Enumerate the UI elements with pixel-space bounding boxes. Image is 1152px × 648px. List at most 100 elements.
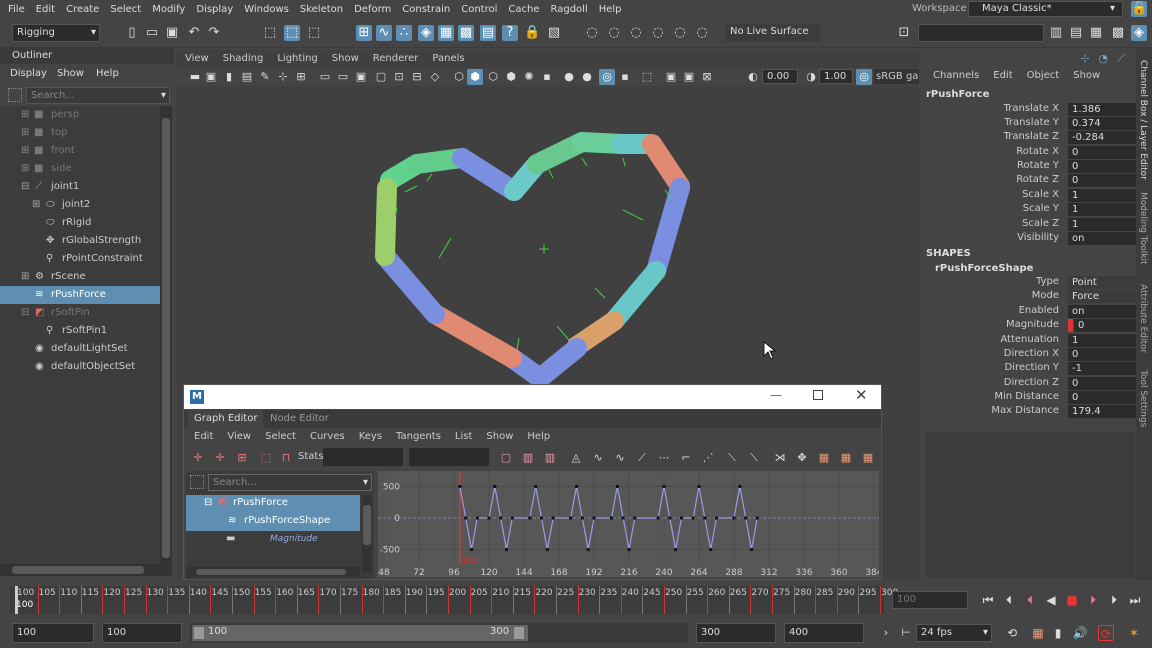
channel-rotate-x[interactable]: Rotate X 0 xyxy=(925,146,1136,160)
channel-value[interactable]: 0 xyxy=(1068,377,1136,390)
sidebar-toggle-icon[interactable]: ▥ xyxy=(1048,25,1064,41)
smooth-shade-icon[interactable]: ⬢ xyxy=(467,69,483,85)
camera-attributes-icon[interactable]: ▣ xyxy=(203,69,219,85)
outliner-item-side[interactable]: ⊞ ■ side xyxy=(0,160,160,178)
keyframe-point[interactable] xyxy=(505,548,508,552)
viewport-menu-renderer[interactable]: Renderer xyxy=(373,53,419,67)
outliner-item-defaultobjectset[interactable]: ◉ defaultObjectSet xyxy=(0,358,160,376)
live-surface-field[interactable]: No Live Surface xyxy=(726,24,820,42)
close-icon[interactable]: ✕ xyxy=(855,386,868,404)
tab-node-editor[interactable]: Node Editor xyxy=(270,410,329,428)
channel-mode[interactable]: Mode Force xyxy=(925,290,1136,304)
key-icon[interactable]: ▦ xyxy=(1030,625,1046,641)
unify-tangent-icon[interactable]: ✥ xyxy=(794,450,810,466)
ragdoll-icon[interactable]: ◌ xyxy=(694,25,710,41)
keyframe-point[interactable] xyxy=(592,516,596,520)
channel-box-icon[interactable]: ◈ xyxy=(1131,25,1147,41)
viewport-menu-show[interactable]: Show xyxy=(332,53,359,67)
outliner-item-rpointconstraint[interactable]: ⚲ rPointConstraint xyxy=(0,250,160,268)
step-forward-frame-icon[interactable]: ⏵ xyxy=(1106,592,1122,608)
current-frame-field[interactable]: 100 xyxy=(892,591,968,609)
channel-magnitude[interactable]: Magnitude 0 xyxy=(925,319,1136,333)
render-icon[interactable]: ▧ xyxy=(546,25,562,41)
channel-value[interactable]: on xyxy=(1068,305,1136,318)
attribute-editor-icon[interactable]: ▤ xyxy=(1068,25,1084,41)
channel-value[interactable]: 1 xyxy=(1068,189,1136,202)
spline-tangent-icon[interactable]: ∿ xyxy=(590,450,606,466)
outliner-hscrollbar[interactable] xyxy=(0,564,160,576)
2d-pan-icon[interactable]: ⊹ xyxy=(275,69,291,85)
ge-menu-list[interactable]: List xyxy=(455,431,472,442)
keyframe-point[interactable] xyxy=(674,548,678,552)
viewport-menu-shading[interactable]: Shading xyxy=(223,53,264,67)
linear-tangent-icon[interactable]: ⟋ xyxy=(634,450,650,466)
bookmark-icon[interactable]: ▮ xyxy=(221,69,237,85)
xray-joints-icon[interactable]: ▣ xyxy=(681,69,697,85)
keyframe-point[interactable] xyxy=(615,484,619,488)
minimize-icon[interactable]: — xyxy=(770,388,782,402)
end-time-field[interactable]: 400 xyxy=(784,623,864,643)
save-scene-icon[interactable]: ▣ xyxy=(164,25,180,41)
insert-key-icon[interactable]: ✛ xyxy=(212,450,228,466)
edit-layer-icon[interactable]: ⟋ xyxy=(1113,51,1129,67)
menu-cache[interactable]: Cache xyxy=(508,4,539,15)
keyframe-point[interactable] xyxy=(575,484,578,488)
anim-start-field[interactable]: 100 xyxy=(102,623,182,643)
step-tangent-icon[interactable]: ⌐ xyxy=(678,450,694,466)
ge-item-rpushforce[interactable]: ⊟ ◩ rPushForce xyxy=(186,495,360,513)
channel-value[interactable]: 0 xyxy=(1068,160,1136,173)
resolution-gate-icon[interactable]: ▭ xyxy=(335,69,351,85)
camera-icon[interactable]: ▬ xyxy=(187,69,203,85)
keyframe-point[interactable] xyxy=(475,516,479,520)
loop-icon[interactable]: ⟲ xyxy=(1004,625,1020,641)
ge-menu-show[interactable]: Show xyxy=(486,431,513,442)
time-slider[interactable]: 100 105 110 115 120 125 130 135 140 145 150 155 160 1… xyxy=(0,584,1152,616)
channel-value[interactable]: 0 xyxy=(1068,174,1136,187)
select-component-icon[interactable]: ⬚ xyxy=(306,25,322,41)
channel-value[interactable]: 1 xyxy=(1068,203,1136,216)
ge-menu-edit[interactable]: Edit xyxy=(194,431,213,442)
swap-buffer-icon[interactable]: ⟍ xyxy=(746,450,762,466)
ge-outliner-scrollbar[interactable] xyxy=(362,495,372,573)
tab-tool-settings[interactable]: Tool Settings xyxy=(1138,370,1148,427)
outliner-search-input[interactable]: Search... ▾ xyxy=(26,87,170,104)
input-line-icon[interactable]: ⊡ xyxy=(896,25,912,41)
motion-blur-icon[interactable]: ● xyxy=(579,69,595,85)
keyframe-point[interactable] xyxy=(744,516,748,520)
color-management-icon[interactable]: ◎ xyxy=(856,69,872,85)
center-current-icon[interactable]: ▥ xyxy=(542,450,558,466)
keyframe-point[interactable] xyxy=(668,516,672,520)
channel-value[interactable]: 0 xyxy=(1074,319,1136,332)
auto-key-icon[interactable]: ⟳ xyxy=(1098,625,1114,641)
snap-view-icon[interactable]: ◈ xyxy=(418,25,434,41)
scrollbar-thumb[interactable] xyxy=(196,569,346,575)
stats-value-field[interactable] xyxy=(409,448,489,466)
textured-icon[interactable]: ⬢ xyxy=(503,69,519,85)
open-scene-icon[interactable]: ▭ xyxy=(144,25,160,41)
wireframe-icon[interactable]: ◇ xyxy=(427,69,443,85)
frame-all-icon[interactable]: ▢ xyxy=(498,450,514,466)
xray-icon[interactable]: ▣ xyxy=(663,69,679,85)
ragdoll-icon[interactable]: ◌ xyxy=(650,25,666,41)
keyframe-point[interactable] xyxy=(656,516,660,520)
go-to-start-icon[interactable]: ⏮ xyxy=(980,592,996,608)
outliner-item-joint2[interactable]: ⊞ ⬭ joint2 xyxy=(0,196,160,214)
keyframe-point[interactable] xyxy=(610,516,613,520)
channel-translate-z[interactable]: Translate Z -0.284 xyxy=(925,131,1136,145)
history-icon[interactable]: ▤ xyxy=(480,25,496,41)
buffer-curve-icon[interactable]: ⟍ xyxy=(724,450,740,466)
region-tool-icon[interactable]: ⬚ xyxy=(258,450,274,466)
channel-value[interactable]: -1 xyxy=(1068,362,1136,375)
keyframe-point[interactable] xyxy=(551,516,555,520)
ambient-occlusion-icon[interactable]: ● xyxy=(561,69,577,85)
keyframe-point[interactable] xyxy=(621,516,625,520)
outliner-item-defaultlightset[interactable]: ◉ defaultLightSet xyxy=(0,340,160,358)
keyframe-point[interactable] xyxy=(697,484,701,488)
camera-sequencer-icon[interactable]: ▦ xyxy=(860,450,876,466)
start-time-field[interactable]: 100 xyxy=(12,623,94,643)
plateau-tangent-icon[interactable]: ⋰ xyxy=(700,450,716,466)
move-axis-icon[interactable]: ⊹ xyxy=(1077,51,1093,67)
channel-type[interactable]: Type Point xyxy=(925,276,1136,290)
grid-icon[interactable]: ⊞ xyxy=(293,69,309,85)
select-hierarchy-icon[interactable]: ⬚ xyxy=(262,25,278,41)
